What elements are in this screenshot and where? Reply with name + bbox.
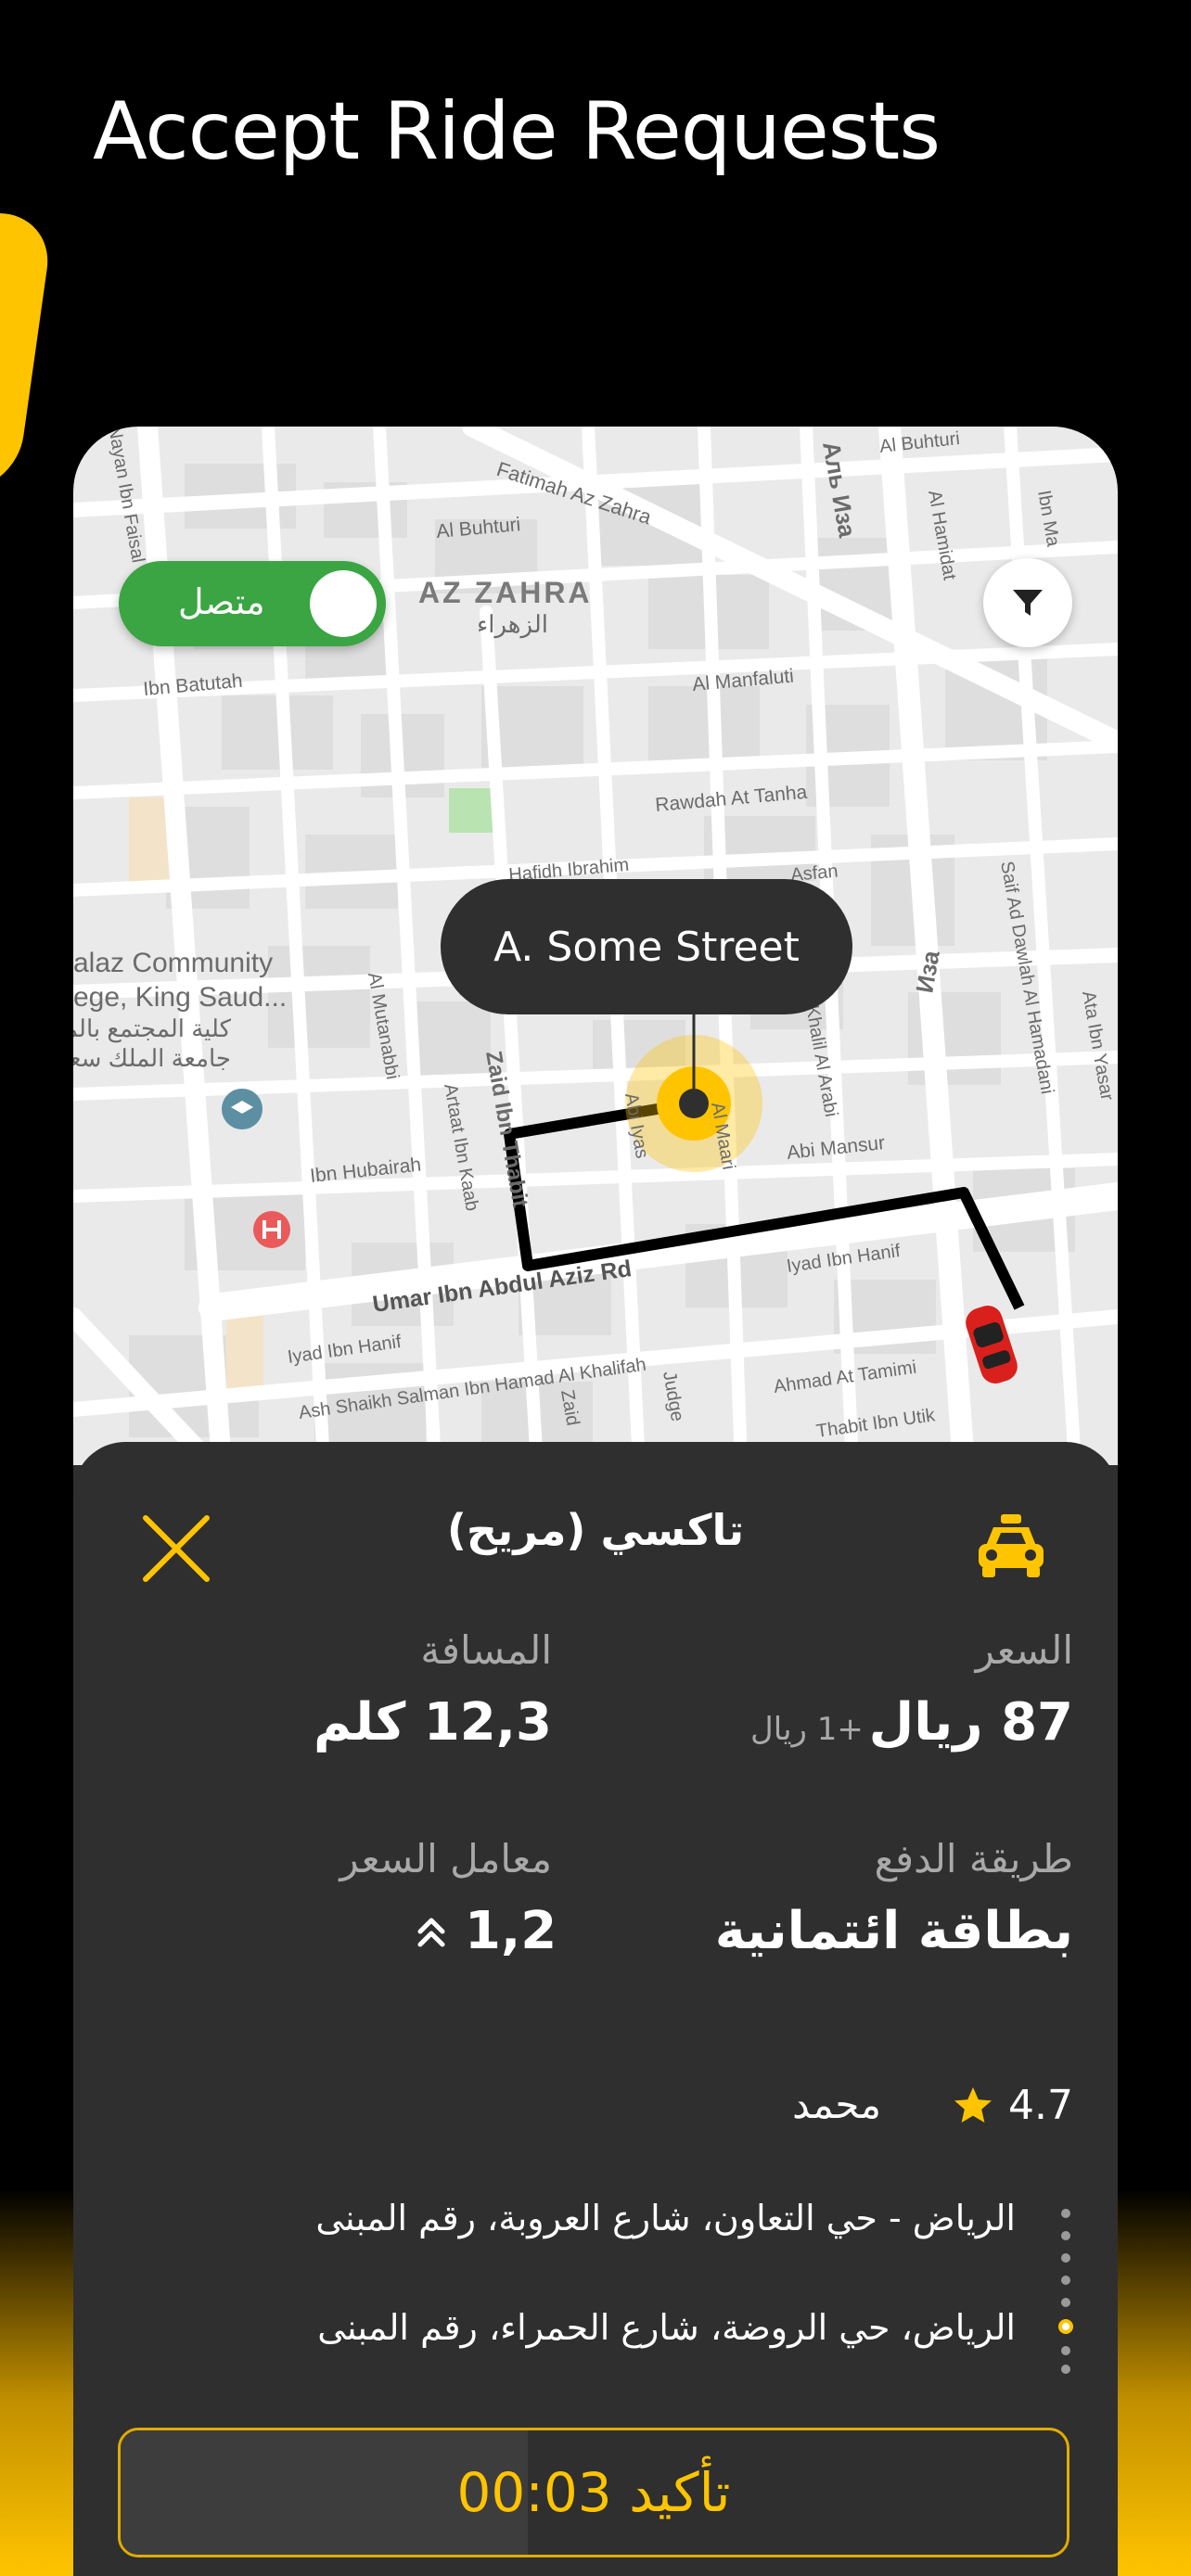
multiplier-label: معامل السعر (339, 1836, 552, 1881)
map-view[interactable]: Fatimah Az Zahra Al Buhturi AZ ZAHRA الز… (73, 427, 1118, 1465)
distance-label: المسافة (420, 1627, 552, 1673)
pickup-address: الرياض - حي التعاون، شارع العروبة، رقم ا… (315, 2198, 1016, 2238)
filter-icon (1013, 590, 1043, 616)
map-label: AZ ZAHRA (418, 576, 593, 609)
rider-name: محمد (792, 2082, 881, 2127)
map-label: الزهراء (477, 610, 548, 639)
hospital-icon (253, 1211, 290, 1248)
multiplier-value: 1,2 (465, 1901, 557, 1961)
phone-screen: Fatimah Az Zahra Al Buhturi AZ ZAHRA الز… (73, 427, 1118, 2576)
school-icon (222, 1089, 263, 1129)
toggle-knob (310, 570, 377, 637)
rating-value: 4.7 (1008, 2082, 1073, 2129)
multiplier-value-row: 1,2 (416, 1901, 557, 1961)
star-icon (954, 2086, 992, 2123)
fare-value: 87 ريال (868, 1692, 1073, 1753)
fare-extra: +1 ريال (750, 1711, 864, 1748)
online-status-label: متصل (178, 581, 265, 622)
rider-rating: 4.7 (951, 2082, 1073, 2129)
taxi-icon (979, 1514, 1044, 1577)
pickup-street-bubble: A. Some Street (441, 879, 852, 1014)
payment-value: بطاقة ائتمانية (714, 1901, 1073, 1961)
map-label: كلية المجتمع بالملز (73, 1014, 232, 1043)
payment-label: طريقة الدفع (874, 1836, 1073, 1881)
fare-label: السعر (975, 1627, 1073, 1673)
confirm-label: تأكيد 00:03 (456, 2461, 731, 2524)
confirm-ride-button[interactable]: تأكيد 00:03 (118, 2428, 1069, 2557)
map-label: ege, King Saud... (73, 982, 287, 1013)
ride-request-sheet: تاكسي (مريح) السعر 87 ريال +1 ريال المسا… (73, 1442, 1118, 2576)
filter-button[interactable] (983, 558, 1072, 647)
route-dots-icon (1058, 2209, 1073, 2374)
promo-title: Accept Ride Requests (93, 85, 941, 178)
service-name: تاكسي (مريح) (446, 1505, 745, 1555)
chevron-up-icon (417, 1918, 445, 1946)
map-label: alaz Community (73, 948, 273, 978)
map-label: جامعة الملك سعود (73, 1044, 231, 1073)
decorative-shape (0, 213, 56, 491)
online-status-toggle[interactable]: متصل (119, 561, 386, 646)
distance-value: 12,3 كلم (313, 1692, 552, 1753)
close-icon[interactable] (136, 1509, 216, 1588)
dropoff-address: الرياض، حي الروضة، شارع الحمراء، رقم الم… (317, 2307, 1016, 2348)
